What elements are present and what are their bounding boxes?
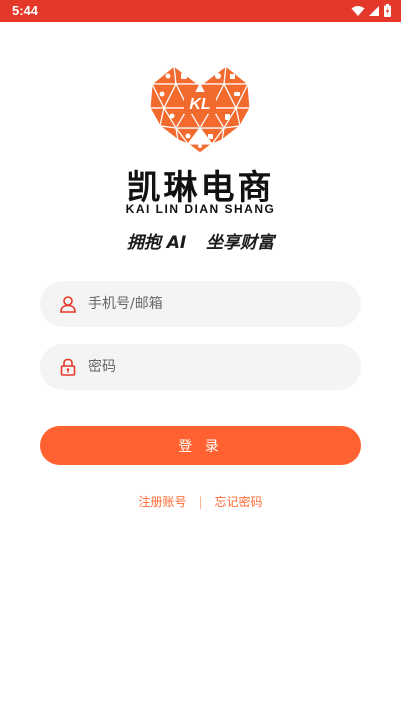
register-link[interactable]: 注册账号 xyxy=(138,493,186,510)
account-field[interactable] xyxy=(40,281,361,327)
wifi-icon xyxy=(351,5,365,16)
password-field[interactable] xyxy=(40,344,361,390)
links-separator: | xyxy=(198,494,203,509)
logo-text: KL xyxy=(189,96,210,113)
lock-icon xyxy=(58,357,78,377)
status-time: 5:44 xyxy=(12,3,39,18)
forgot-password-link[interactable]: 忘记密码 xyxy=(215,493,263,510)
brand-subtitle: KAI LIN DIAN SHANG xyxy=(125,202,276,216)
account-input[interactable] xyxy=(86,295,330,313)
slogan: 拥抱 AI 坐享财富 xyxy=(0,228,401,253)
slogan-left: 拥抱 AI xyxy=(126,233,187,253)
auth-links: 注册账号 | 忘记密码 xyxy=(0,493,401,510)
battery-icon xyxy=(384,4,391,17)
status-icons xyxy=(351,4,391,17)
password-input[interactable] xyxy=(86,358,330,376)
status-bar: 5:44 xyxy=(0,0,401,22)
user-icon xyxy=(58,294,78,314)
signal-icon xyxy=(369,5,379,16)
slogan-right: 坐享财富 xyxy=(206,233,275,253)
brand-logo-icon: KL xyxy=(148,64,252,154)
login-button[interactable]: 登 录 xyxy=(40,426,361,465)
